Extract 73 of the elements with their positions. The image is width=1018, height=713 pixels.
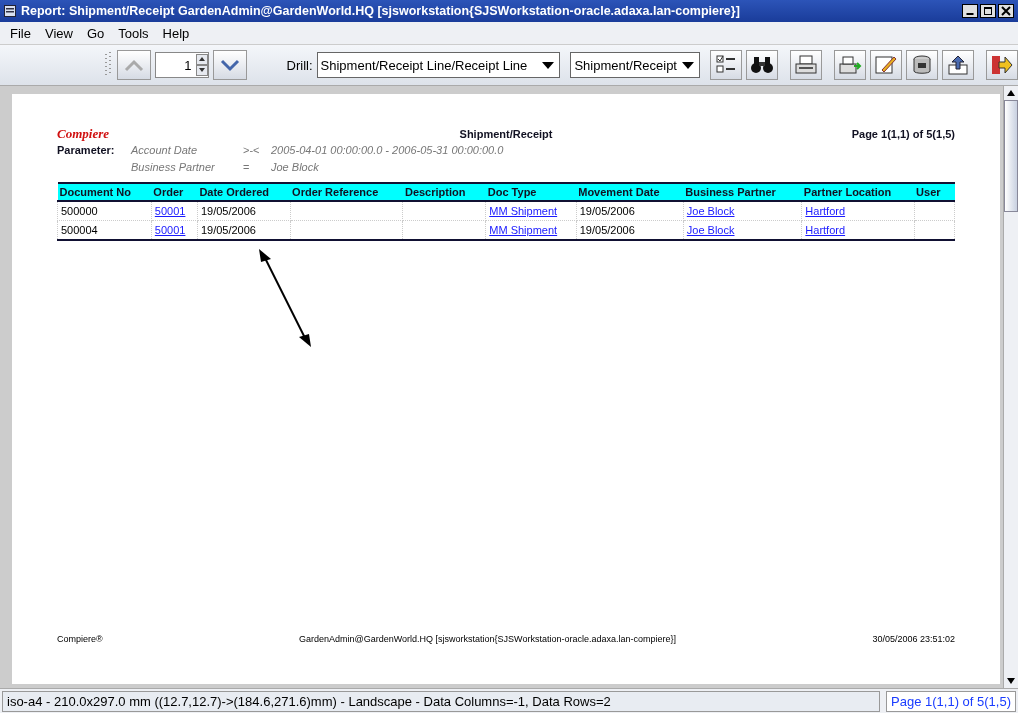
maximize-button[interactable] [980,4,996,18]
exit-icon [991,54,1013,76]
table-cell: 500000 [61,205,98,217]
column-header: Document No [57,183,152,201]
minimize-button[interactable] [962,4,978,18]
toolbar-grip-icon [105,52,113,78]
parameter-name: Account Date [131,144,199,158]
status-page: Page 1(1,1) of 5(1,5) [886,690,1016,712]
checklist-icon [715,54,737,76]
menu-item[interactable]: File [10,25,31,41]
scroll-thumb[interactable] [1004,100,1018,212]
menu-item[interactable]: Go [86,25,105,41]
upload-icon [946,54,970,76]
database-icon [910,54,934,76]
footer-text: Compiere® [57,634,103,644]
parameter-operator: = [243,161,251,175]
print-preview-button[interactable] [834,50,866,80]
printer-icon [794,54,818,76]
database-button[interactable] [906,50,938,80]
menu-item[interactable]: Tools [118,25,149,41]
find-button[interactable] [746,50,778,80]
page-spinner[interactable]: 1 [154,52,209,78]
window-icon [4,5,16,17]
column-header: Movement Date [576,183,684,201]
column-header: Date Ordered [197,183,291,201]
column-header: User [914,183,955,201]
column-header: Order [151,183,198,201]
table-cell: 19/05/2006 [579,224,635,236]
printer-arrow-icon [838,54,862,76]
previous-button[interactable] [116,50,151,80]
exit-button[interactable] [986,50,1018,80]
close-button[interactable] [998,4,1014,18]
status-text: iso-a4 - 210.0x297.0 mm ((12.7,12.7)->(184.6,271.6)mm) - Landscape - Data Columns=-1, Data Rows=2 [2,690,881,712]
drill-dropdown[interactable]: Shipment/Receipt Line/Receipt Line [316,52,561,78]
column-header: Doc Type [485,183,577,201]
parameter-name: Business Partner [131,161,216,175]
menu-item[interactable]: Help [162,25,190,41]
table-cell: 19/05/2006 [200,224,256,236]
table-cell: 19/05/2006 [200,205,256,217]
pencil-icon [874,54,898,76]
window-title: Report: Shipment/Receipt GardenAdmin@GardenWorld.HQ [sjsworkstation{SJSWorkstation-oracle.adaxa.lan-compiere}] [21,4,741,18]
close-icon [1001,6,1011,16]
column-header: Business Partner [683,183,802,201]
page-number: Page 1(1,1) of 5(1,5) [850,128,955,140]
column-header: Order Reference [290,183,403,201]
minimize-icon [966,13,974,15]
caret-icon [681,60,695,70]
column-header: Partner Location [801,183,915,201]
caret-icon [541,60,556,70]
print-button[interactable] [790,50,822,80]
vertical-scrollbar[interactable] [1003,86,1018,688]
parameter-label: Parameter: [57,144,116,158]
chevron-up-icon [122,58,145,72]
parameter-value: Joe Block [271,161,319,175]
footer-date: 30/05/2006 23:51:02 [872,634,955,644]
maximize-icon [983,6,993,16]
footer-text: GardenAdmin@GardenWorld.HQ [sjsworkstation{SJSWorkstation-oracle.adaxa.lan-compiere}] [299,634,676,644]
export-button[interactable] [942,50,974,80]
drill-label: Drill: [286,57,313,73]
logo: Compiere [57,126,110,142]
edit-button[interactable] [870,50,902,80]
binoculars-icon [750,54,774,76]
report-title: Shipment/Receipt [459,128,553,140]
menu-item[interactable]: View [44,25,73,41]
column-header: Description [402,183,486,201]
report-dropdown[interactable]: Shipment/Receipt [570,52,700,78]
parameter-operator: >-< [243,144,261,158]
parameter-value: 2005-04-01 00:00:00.0 - 2006-05-31 00:00:00.0 [271,144,504,158]
table-cell: 500004 [61,224,98,236]
next-button[interactable] [212,50,247,80]
table-cell: 19/05/2006 [579,205,635,217]
chevron-down-icon [218,58,241,72]
customize-button[interactable] [710,50,742,80]
